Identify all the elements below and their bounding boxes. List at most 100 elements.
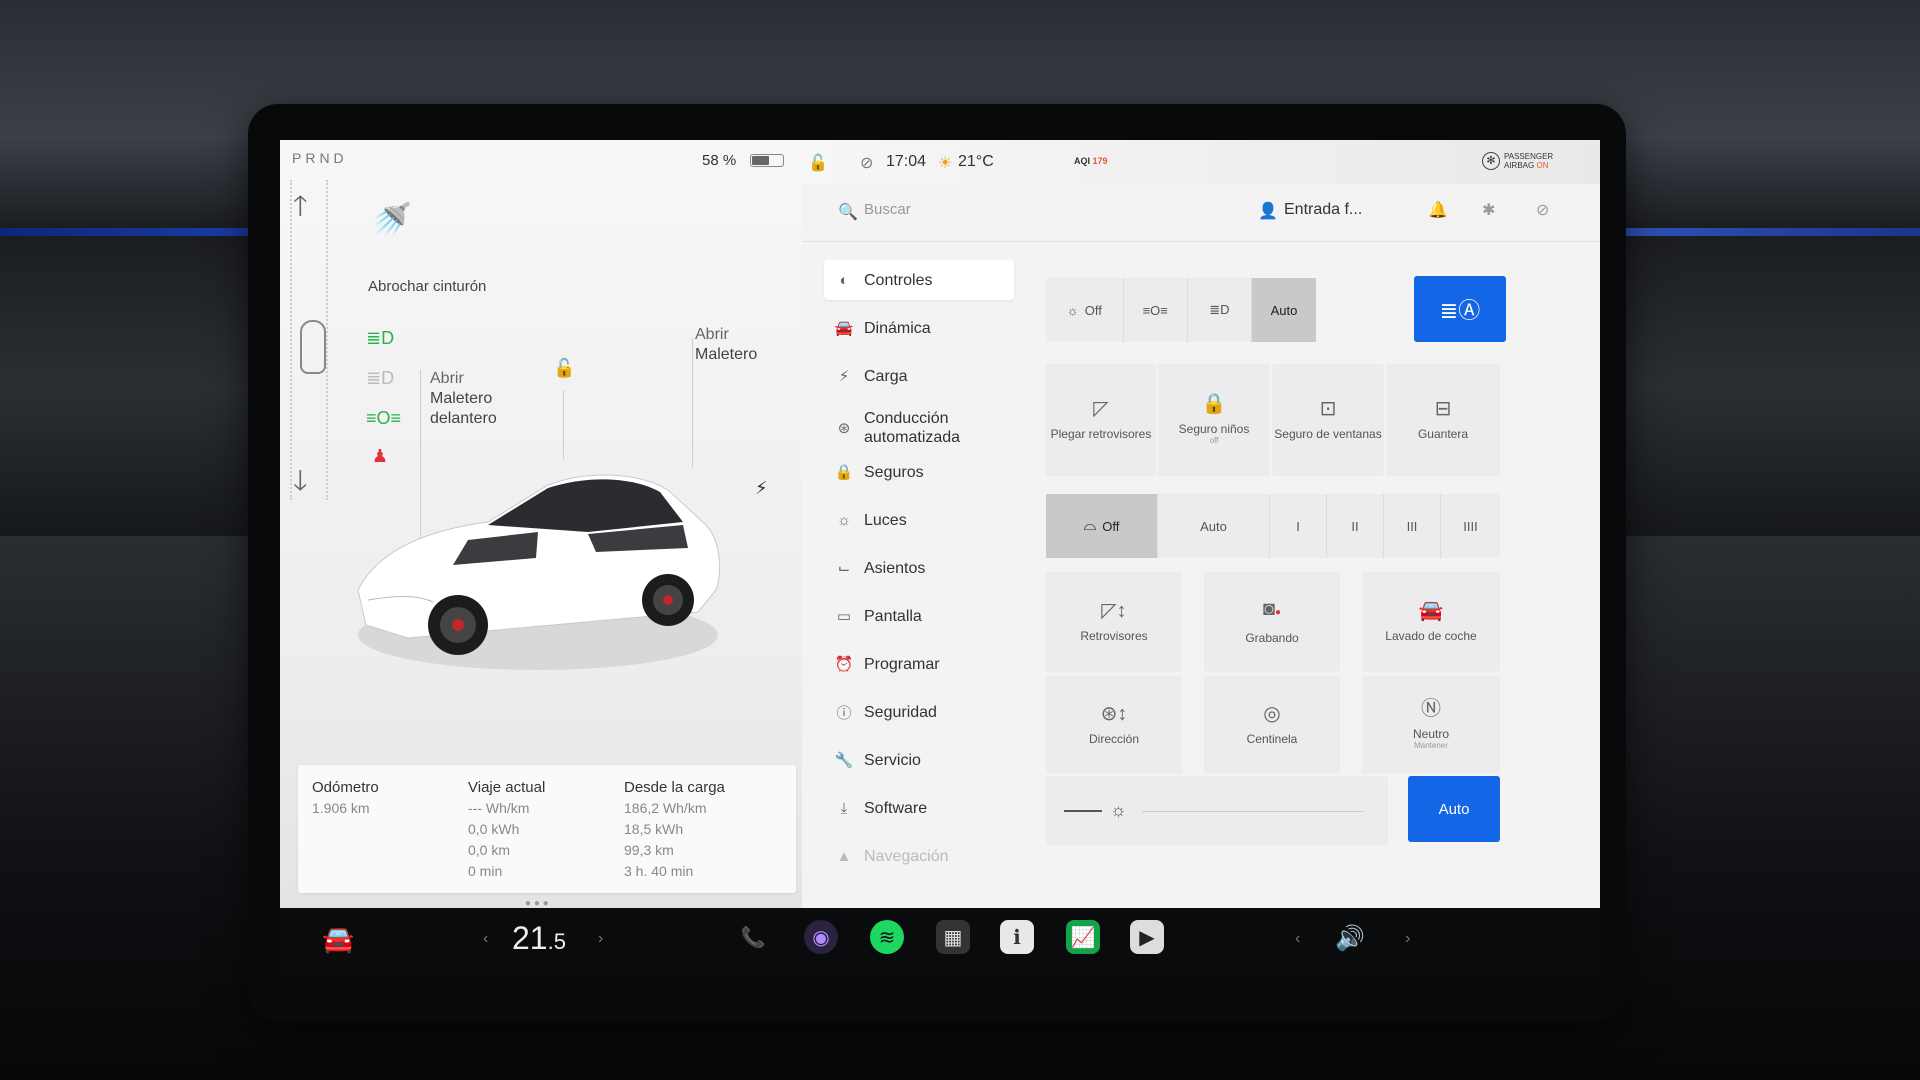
lights-off-button[interactable]: ☼ Off [1046,278,1124,342]
neutral-sub-label: Mantener [1414,741,1448,750]
car-icon[interactable]: 🚘 [322,924,354,955]
car-icon: 🚘 [834,320,854,337]
wipers-auto-button[interactable]: Auto [1158,494,1270,558]
seat-icon: ⌙ [837,560,851,577]
aqi-value: 179 [1092,156,1108,166]
no-signal-icon: ⊘ [860,155,874,172]
bolt-icon: ⚡ [838,368,850,385]
open-frunk-button[interactable]: Abrir Maletero delantero [430,369,497,429]
low-beam-button[interactable]: ≣D [1187,278,1252,342]
parking-lights-button[interactable]: ≡O≡ [1123,278,1188,342]
window-lock-label: Seguro de ventanas [1274,427,1382,441]
bluetooth-icon[interactable]: ✱ [1482,200,1495,220]
outside-temperature: 21°C [958,153,994,170]
wiper-speed-4[interactable]: IIII [1441,494,1500,558]
menu-item-software[interactable]: ⤓ Software [824,788,1014,828]
current-trip-energy: 0,0 kWh [468,821,520,837]
menu-item-dinamica[interactable]: 🚘 Dinámica [824,308,1014,348]
manual-icon[interactable]: ℹ [1000,920,1034,954]
menu-item-programar[interactable]: ⏰ Programar [824,644,1014,684]
volume-icon[interactable]: 🔊 [1335,924,1365,953]
search-input[interactable] [864,201,1084,218]
temperature-decimal: .5 [547,929,566,954]
bell-icon[interactable]: 🔔 [1428,200,1448,220]
car-3d-model[interactable] [338,430,738,680]
wiper-speed-3[interactable]: III [1384,494,1441,558]
temp-increase-icon[interactable]: › [598,930,603,948]
vehicle-panel: PRND 58 % 🡑 🡓 🚿 Abrochar cinturón ≣D ≣D … [280,140,802,908]
steering-adjust-button[interactable]: ⊛↕ Dirección [1046,676,1182,774]
menu-item-asientos[interactable]: ⌙ Asientos [824,548,1014,588]
fold-mirrors-button[interactable]: ◸ Plegar retrovisores [1046,364,1156,476]
mirror-adjust-button[interactable]: ◸↕ Retrovisores [1046,572,1182,672]
menu-item-pantalla[interactable]: ▭ Pantalla [824,596,1014,636]
neutral-hold-button[interactable]: Ⓝ Neutro Mantener [1362,676,1500,774]
light-icon: ☼ [837,511,851,529]
car-wash-button[interactable]: 🚘 Lavado de coche [1362,572,1500,672]
auto-high-beam-button[interactable]: ≣Ⓐ [1414,276,1506,342]
cabin-temperature[interactable]: 21.5 [512,920,566,957]
menu-item-label: Controles [864,271,933,289]
menu-item-seguridad[interactable]: ⓘ Seguridad [824,692,1014,732]
menu-item-servicio[interactable]: 🔧 Servicio [824,740,1014,780]
menu-item-label: Dinámica [864,319,931,337]
energy-app-icon[interactable]: 📈 [1066,920,1100,954]
brightness-auto-button[interactable]: Auto [1408,776,1500,842]
menu-item-carga[interactable]: ⚡ Carga [824,356,1014,396]
volume-prev-icon[interactable]: ‹ [1295,930,1300,948]
menu-item-luces[interactable]: ☼ Luces [824,500,1014,540]
wipers-off-label: Off [1102,518,1120,534]
since-charge-efficiency: 186,2 Wh/km [624,800,707,816]
menu-item-navegacion[interactable]: ▲ Navegación [824,836,1014,876]
odometer-label: Odómetro [312,779,379,796]
menu-item-conduccion[interactable]: ⊛ Conducción automatizada [824,400,1014,456]
child-lock-label: Seguro niños [1178,422,1250,436]
camera-app-icon[interactable]: ◉ [804,920,838,954]
dashcam-button[interactable]: ◙● Grabando [1204,572,1340,672]
arrow-down-icon[interactable]: 🡓 [293,460,308,508]
window-lock-button[interactable]: ⊡ Seguro de ventanas [1272,364,1384,476]
menu-item-label: Carga [864,367,908,385]
car-wash-icon: 🚘 [1418,600,1444,622]
brightness-track [1142,811,1364,812]
sentry-mode-button[interactable]: ◎ Centinela [1204,676,1340,774]
gear-indicator: PRND [292,150,348,166]
since-charge-column: Desde la carga 186,2 Wh/km 18,5 kWh 99,3… [624,777,725,882]
open-trunk-button[interactable]: Abrir Maletero [695,325,757,365]
lights-auto-button[interactable]: Auto [1251,278,1316,342]
since-charge-label: Desde la carga [624,779,725,796]
frunk-label: Maletero [430,390,493,407]
spotify-icon[interactable]: ≋ [870,920,904,954]
no-signal-icon[interactable]: ⊘ [1536,200,1549,220]
profile-name[interactable]: Entrada f... [1284,201,1362,219]
unlock-icon[interactable]: 🔓 [553,358,575,379]
dashcam-recording-icon: ◙● [1262,598,1282,620]
airbag-label: AIRBAG [1504,161,1535,170]
trip-stats-card[interactable]: Odómetro 1.906 km Viaje actual --- Wh/km… [298,765,796,893]
lights-off-label: Off [1084,302,1102,318]
download-icon: ⤓ [840,799,848,817]
profile-icon[interactable]: 👤 [1258,201,1278,221]
menu-item-seguros[interactable]: 🔒 Seguros [824,452,1014,492]
steering-wheel-icon: ⊛↕ [1100,703,1128,725]
mirror-adjust-icon: ◸↕ [1101,600,1127,622]
arrow-up-icon[interactable]: 🡑 [293,185,308,233]
wiper-speed-2[interactable]: II [1327,494,1384,558]
info-icon: ⓘ [836,704,852,722]
glovebox-button[interactable]: ⊟ Guantera [1386,364,1500,476]
clock-time: 17:04 [886,153,927,170]
phone-icon[interactable]: 📞 [736,920,770,954]
page-dots: ● ● ● [525,898,549,908]
brightness-icon: ☼ [1110,800,1127,820]
display-brightness-slider[interactable]: ☼ [1046,776,1388,846]
charge-port-icon[interactable]: ⚡ [755,478,768,499]
wipers-off-button[interactable]: ⌓ Off [1046,494,1158,558]
volume-next-icon[interactable]: › [1405,930,1410,948]
wiper-speed-1[interactable]: I [1270,494,1327,558]
temp-decrease-icon[interactable]: ‹ [483,930,488,948]
car-wash-label: Lavado de coche [1385,629,1477,643]
toybox-icon[interactable]: ▦ [936,920,970,954]
theater-icon[interactable]: ▶ [1130,920,1164,954]
menu-item-controles[interactable]: ◐ Controles [824,260,1014,300]
child-lock-button[interactable]: 🔒 Seguro niños off [1158,364,1270,476]
